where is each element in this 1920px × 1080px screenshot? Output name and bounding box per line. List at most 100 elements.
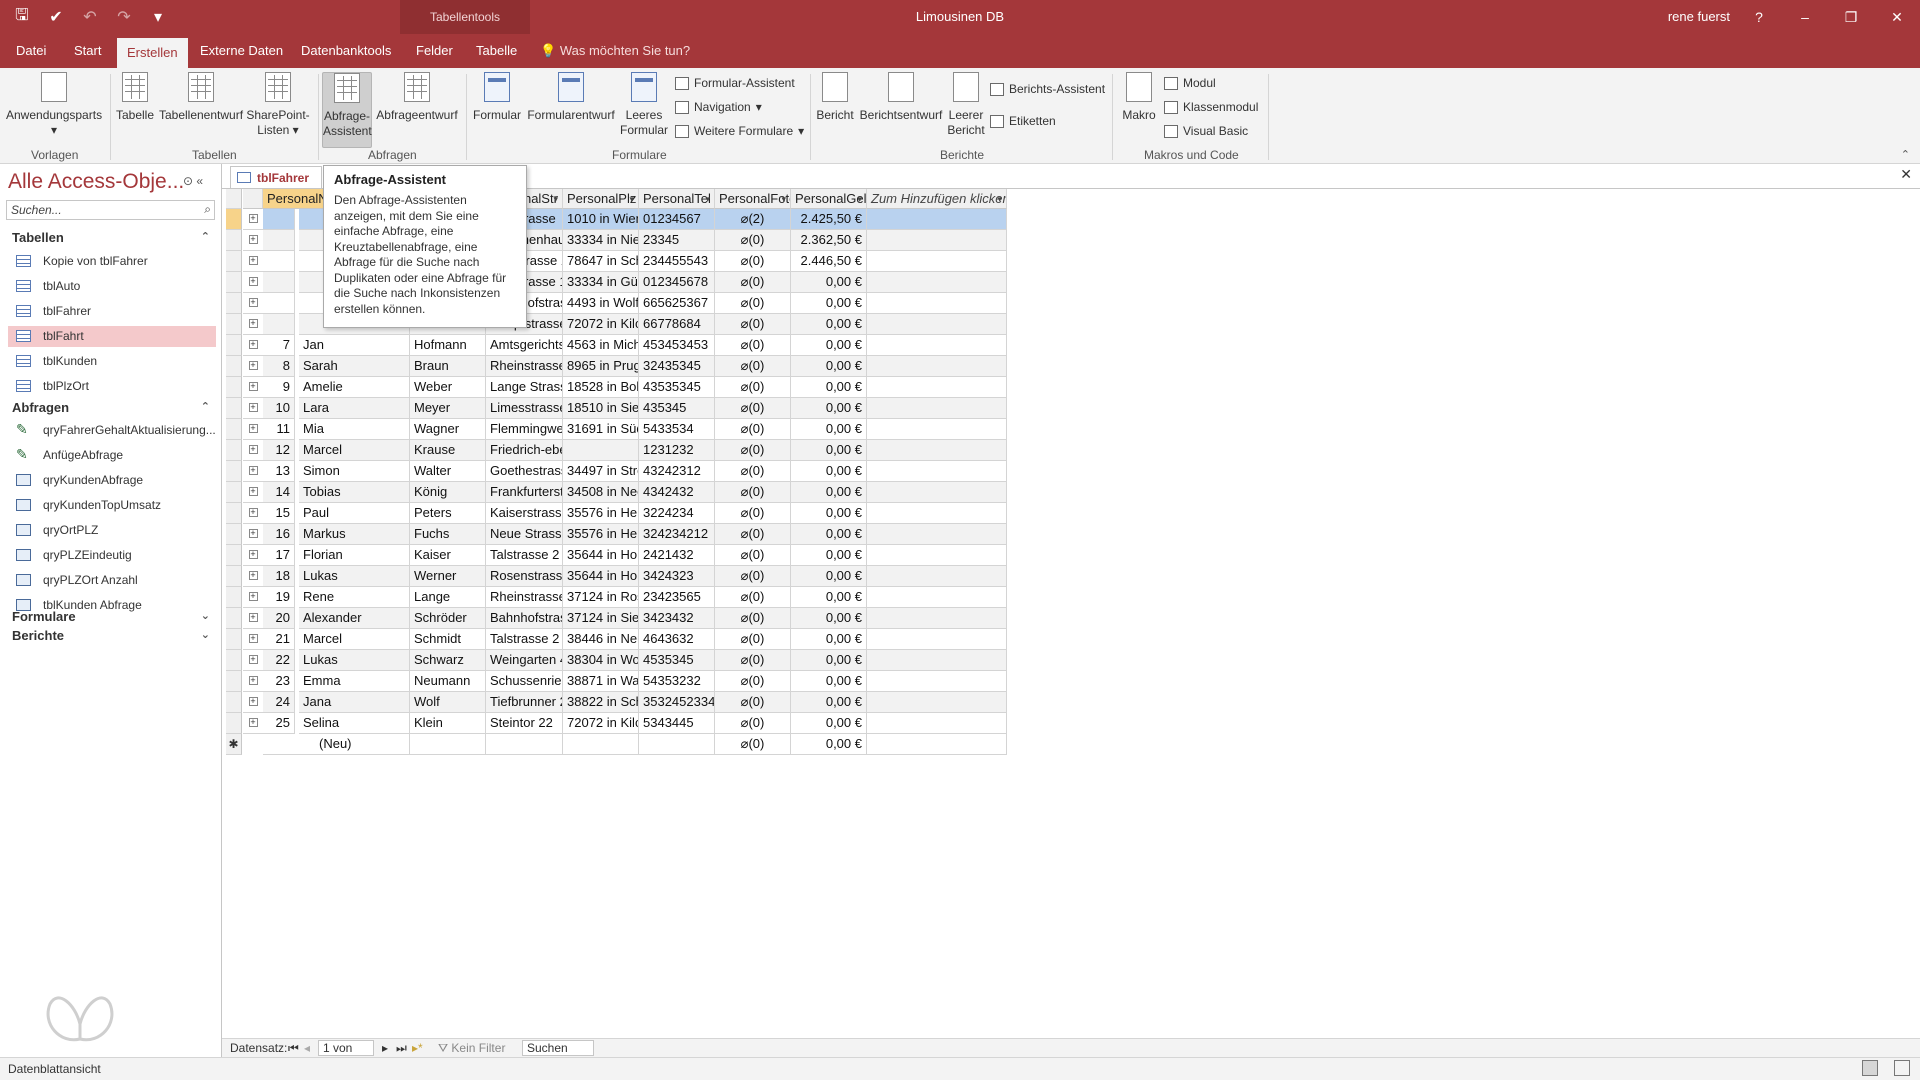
table-cell[interactable]: Tobias: [299, 482, 410, 503]
table-cell[interactable]: 23345: [639, 230, 715, 251]
customize-qat-icon[interactable]: ▾: [148, 7, 168, 27]
nav-item-query[interactable]: qryKundenTopUmsatz: [8, 495, 216, 516]
attachment-cell[interactable]: ⌀(0): [715, 419, 791, 440]
table-cell[interactable]: 0,00 €: [791, 377, 867, 398]
attachment-cell[interactable]: ⌀(0): [715, 272, 791, 293]
table-cell[interactable]: Kaiser: [410, 545, 486, 566]
table-cell[interactable]: 0,00 €: [791, 440, 867, 461]
nav-item-query[interactable]: qryFahrerGehaltAktualisierung...: [8, 420, 216, 441]
table-cell[interactable]: 324234212: [639, 524, 715, 545]
table-cell[interactable]: [263, 272, 295, 293]
attachment-cell[interactable]: ⌀(2): [715, 209, 791, 230]
table-cell[interactable]: 21: [263, 629, 295, 650]
nav-section-tabellen[interactable]: Tabellen ⌃: [12, 230, 210, 245]
table-cell[interactable]: 34497 in Stroth: [563, 461, 639, 482]
table-cell[interactable]: [867, 650, 1007, 671]
table-cell[interactable]: Weber: [410, 377, 486, 398]
design-view-icon[interactable]: [1894, 1060, 1910, 1076]
table-cell[interactable]: 10: [263, 398, 295, 419]
table-cell[interactable]: 38446 in Neuh: [563, 629, 639, 650]
attachment-cell[interactable]: ⌀(0): [715, 251, 791, 272]
table-cell[interactable]: Frankfurterstr: [486, 482, 563, 503]
table-cell[interactable]: 8965 in Prugge: [563, 356, 639, 377]
attachment-cell[interactable]: ⌀(0): [715, 629, 791, 650]
record-position-input[interactable]: 1 von 25: [318, 1040, 374, 1069]
expand-subdatasheet-icon[interactable]: +: [243, 209, 263, 230]
save-icon[interactable]: 🖫: [12, 4, 32, 31]
table-cell[interactable]: [639, 734, 715, 755]
table-cell[interactable]: Tiefbrunner 22: [486, 692, 563, 713]
expand-subdatasheet-icon[interactable]: +: [243, 419, 263, 440]
table-cell[interactable]: 35324523345: [639, 692, 715, 713]
add-field-header[interactable]: Zum Hinzufügen klicken ▾: [867, 189, 1007, 209]
table-cell[interactable]: Wolf: [410, 692, 486, 713]
table-cell[interactable]: [867, 398, 1007, 419]
table-cell[interactable]: König: [410, 482, 486, 503]
collapse-ribbon-icon[interactable]: ⌃: [1901, 148, 1910, 161]
attachment-cell[interactable]: ⌀(0): [715, 293, 791, 314]
table-cell[interactable]: [867, 713, 1007, 734]
nav-section-abfragen[interactable]: Abfragen ⌃: [12, 400, 210, 415]
table-cell[interactable]: 0,00 €: [791, 566, 867, 587]
table-cell[interactable]: [263, 314, 295, 335]
sharepoint-listen-button[interactable]: SharePoint- Listen ▾: [244, 72, 312, 138]
tab-erstellen[interactable]: Erstellen: [117, 38, 188, 68]
record-selector[interactable]: [226, 545, 242, 566]
table-cell[interactable]: 0,00 €: [791, 356, 867, 377]
table-cell[interactable]: 11: [263, 419, 295, 440]
table-cell[interactable]: [867, 335, 1007, 356]
record-selector[interactable]: [226, 419, 242, 440]
table-cell[interactable]: Fuchs: [410, 524, 486, 545]
nav-section-berichte[interactable]: Berichte ⌄: [12, 628, 210, 643]
tab-datenbanktools[interactable]: Datenbanktools: [291, 34, 401, 68]
table-cell[interactable]: 35644 in Hoher: [563, 545, 639, 566]
table-cell[interactable]: 31691 in Südhc: [563, 419, 639, 440]
tabelle-button[interactable]: Tabelle: [114, 72, 156, 123]
check-icon[interactable]: ✔: [46, 7, 66, 27]
expand-subdatasheet-icon[interactable]: +: [243, 398, 263, 419]
bericht-button[interactable]: Bericht: [814, 72, 856, 123]
collapse-pane-icon[interactable]: «: [196, 174, 203, 188]
table-cell[interactable]: Emma: [299, 671, 410, 692]
table-cell[interactable]: [867, 629, 1007, 650]
table-cell[interactable]: [263, 251, 295, 272]
table-cell[interactable]: [867, 272, 1007, 293]
table-cell[interactable]: 23423565: [639, 587, 715, 608]
column-header[interactable]: PersonalTel ▾: [639, 189, 715, 209]
table-cell[interactable]: 0,00 €: [791, 692, 867, 713]
table-cell[interactable]: 665625367: [639, 293, 715, 314]
table-cell[interactable]: [563, 734, 639, 755]
table-cell[interactable]: Rheinstrasse 1: [486, 587, 563, 608]
table-cell[interactable]: 54353232: [639, 671, 715, 692]
expand-subdatasheet-icon[interactable]: +: [243, 356, 263, 377]
table-cell[interactable]: 435345: [639, 398, 715, 419]
table-cell[interactable]: 8: [263, 356, 295, 377]
record-selector[interactable]: [226, 356, 242, 377]
help-icon[interactable]: ?: [1736, 0, 1782, 34]
table-cell[interactable]: Steintor 22: [486, 713, 563, 734]
table-cell[interactable]: 38822 in Schac: [563, 692, 639, 713]
tabellenentwurf-button[interactable]: Tabellenentwurf: [158, 72, 244, 123]
attachment-cell[interactable]: ⌀(0): [715, 356, 791, 377]
attachment-cell[interactable]: ⌀(0): [715, 734, 791, 755]
table-cell[interactable]: Rosenstrasse 1: [486, 566, 563, 587]
table-cell[interactable]: Goethestrasse: [486, 461, 563, 482]
expand-subdatasheet-icon[interactable]: +: [243, 314, 263, 335]
table-cell[interactable]: Marcel: [299, 629, 410, 650]
table-cell[interactable]: Walter: [410, 461, 486, 482]
table-cell[interactable]: 23: [263, 671, 295, 692]
table-cell[interactable]: Florian: [299, 545, 410, 566]
table-cell[interactable]: 22: [263, 650, 295, 671]
select-all-corner[interactable]: [226, 189, 242, 209]
table-cell[interactable]: 32435345: [639, 356, 715, 377]
table-cell[interactable]: Alexander: [299, 608, 410, 629]
table-cell[interactable]: [867, 419, 1007, 440]
weitere-formulare-button[interactable]: Weitere Formulare ▾: [675, 124, 804, 138]
attachment-cell[interactable]: ⌀(0): [715, 713, 791, 734]
record-selector[interactable]: [226, 335, 242, 356]
expand-subdatasheet-icon[interactable]: +: [243, 524, 263, 545]
table-cell[interactable]: 25: [263, 713, 295, 734]
expand-subdatasheet-icon[interactable]: +: [243, 713, 263, 734]
table-cell[interactable]: [867, 545, 1007, 566]
nav-item-table[interactable]: tblKunden: [8, 351, 216, 372]
